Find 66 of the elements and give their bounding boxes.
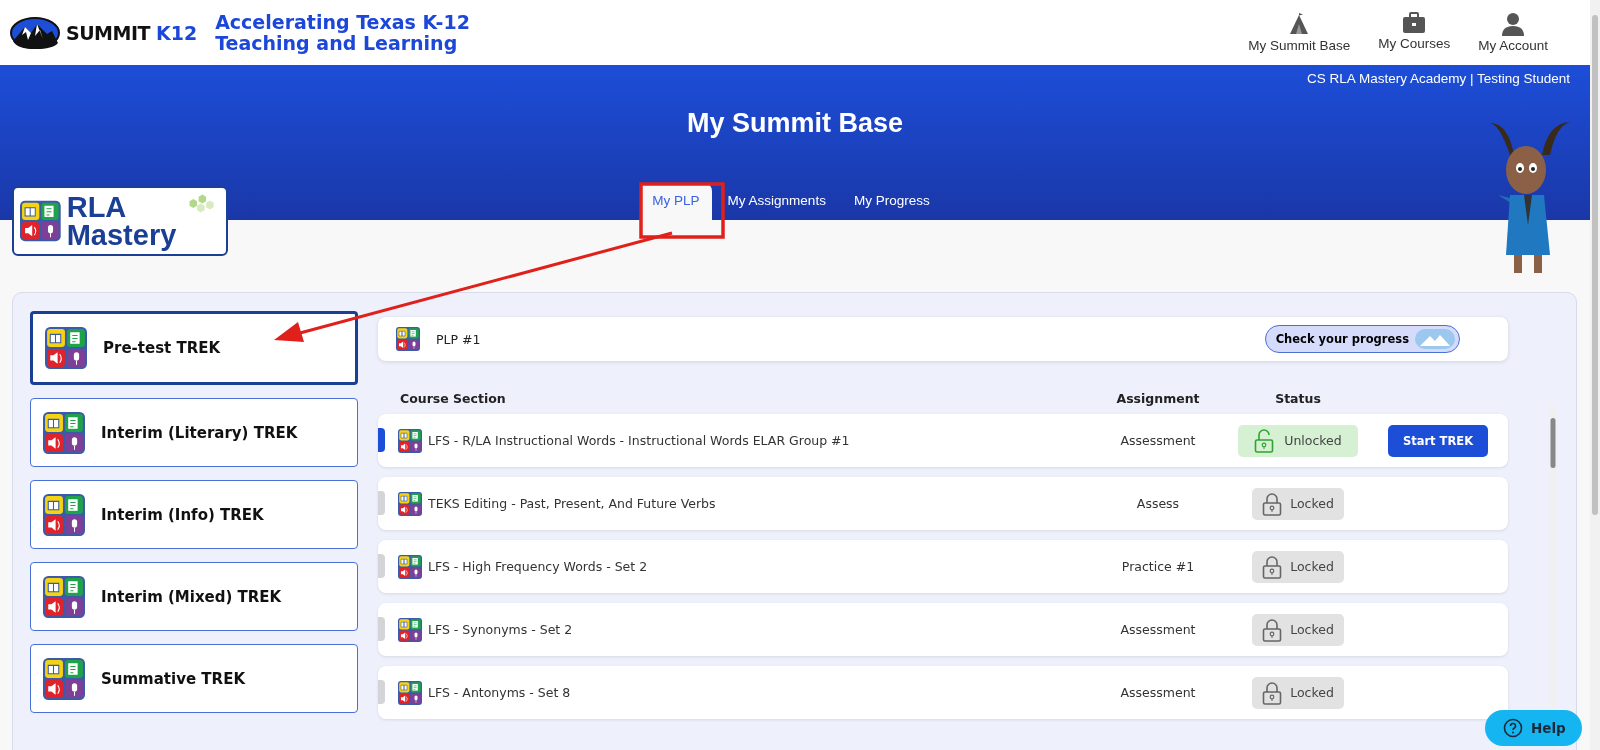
person-icon [1501,12,1526,36]
mountain-logo-icon [10,16,60,49]
rla-tiles-icon [43,493,85,536]
table-row[interactable]: LFS - Synonyms - Set 2 Assessment Locked [378,603,1508,656]
page-scrollbar[interactable] [1590,0,1600,750]
trek-button[interactable]: Interim (Info) TREK [30,480,358,549]
help-button[interactable]: Help [1485,710,1582,746]
status-badge: Locked [1252,613,1344,646]
help-icon [1503,718,1523,738]
table-cell-text: LFS - R/LA Instructional Words - Instructional Words ELAR Group #1 [428,433,851,448]
rla-tiles-icon [398,617,422,642]
check-progress-button[interactable]: Check your progress [1264,325,1460,353]
user-info: CS RLA Mastery Academy | Testing Student [1307,71,1570,86]
lock-icon [1262,617,1283,642]
brand-suffix: K12 [155,21,198,44]
table-cell-text: Assessment [1119,622,1197,637]
tagline: Accelerating Texas K-12 [215,11,470,33]
column-header: Course Section [400,391,507,406]
table-cell-text: LFS - Antonyms - Set 8 [428,685,572,700]
brand-name: SUMMIT [66,21,150,44]
status-badge: Unlocked [1238,424,1358,457]
status-badge: Locked [1252,487,1344,520]
status-badge: Locked [1252,676,1344,709]
table-cell-text: Assessment [1119,433,1197,448]
rla-tiles-icon [43,657,85,700]
mountain-icon [1415,329,1455,349]
nav-link[interactable]: My Courses [1374,12,1455,53]
table-cell-text: Practice #1 [1120,559,1196,574]
tagline: Teaching and Learning [215,32,459,54]
briefcase-icon [1402,12,1427,34]
logo-text: Mastery [66,221,177,249]
lock-icon [1262,680,1283,705]
column-header: Status [1274,391,1322,406]
tab[interactable]: My Assignments [715,183,838,220]
nav-link[interactable]: My Account [1474,12,1552,53]
trek-button[interactable]: Summative TREK [30,644,358,713]
tab[interactable]: My Progress [841,183,942,220]
table-row[interactable]: LFS - Antonyms - Set 8 Assessment Locked [378,666,1508,719]
rla-tiles-icon [398,554,422,579]
table-row[interactable]: LFS - R/LA Instructional Words - Instructional Words ELAR Group #1 Assessment Unlocked Start TREK [378,414,1508,467]
logo-text: RLA [66,193,128,221]
nav-link[interactable]: My Summit Base [1244,12,1355,53]
table-cell-text: Assessment [1119,685,1197,700]
start-trek-button[interactable]: Start TREK [1387,424,1489,457]
rla-tiles-icon [43,575,85,618]
rla-tiles-icon [398,680,422,705]
rla-tiles-icon [396,327,420,351]
trek-button[interactable]: Interim (Mixed) TREK [30,562,358,631]
table-cell-text: LFS - High Frequency Words - Set 2 [428,559,649,574]
table-cell-text: TEKS Editing - Past, Present, And Future Verbs [428,496,717,511]
page-title: My Summit Base [686,108,904,139]
column-header: Assignment [1115,391,1201,406]
status-badge: Locked [1252,550,1344,583]
table-cell-text: Assess [1135,496,1181,511]
plp-title: PLP #1 [436,331,481,347]
rla-tiles-icon [398,491,422,516]
rla-tiles-icon [398,428,422,453]
rla-tiles-icon [45,327,87,369]
table-cell-text: LFS - Synonyms - Set 2 [428,622,574,637]
trek-button[interactable]: Pre-test TREK [30,311,358,385]
trek-button[interactable]: Interim (Literary) TREK [30,398,358,467]
table-row[interactable]: LFS - High Frequency Words - Set 2 Practice #1 Locked [378,540,1508,593]
rla-tiles-icon [43,411,85,454]
lock-icon [1262,554,1283,579]
table-row[interactable]: TEKS Editing - Past, Present, And Future Verbs Assess Locked [378,477,1508,530]
lock-icon [1262,491,1283,516]
